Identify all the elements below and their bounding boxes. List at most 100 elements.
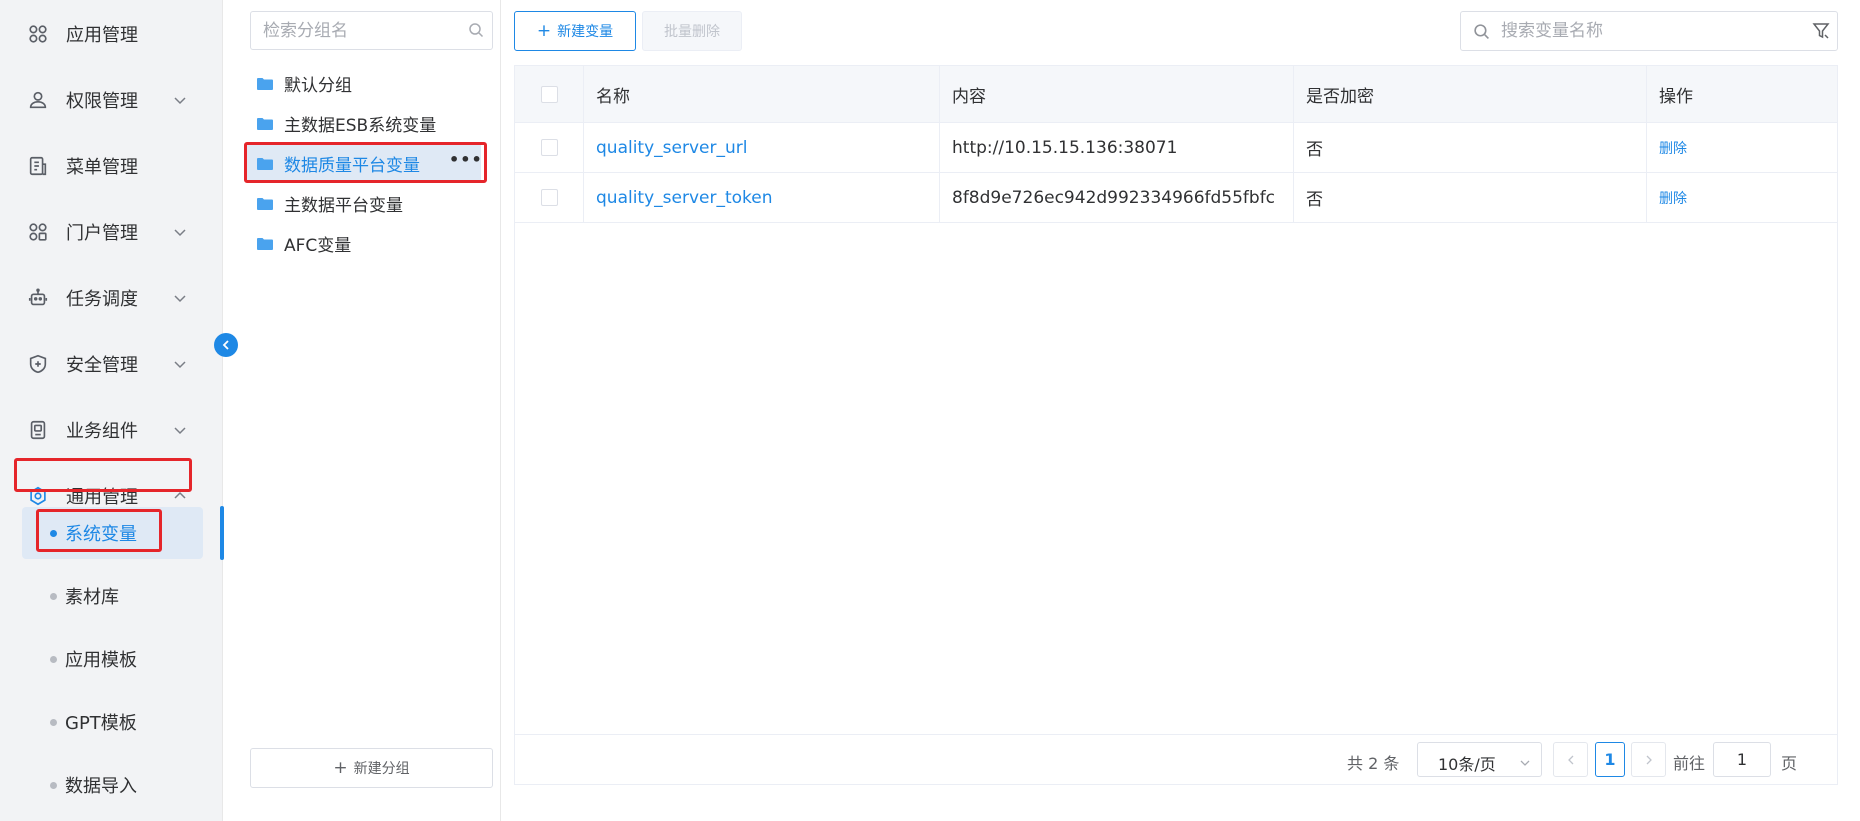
- nav-item-label: 安全管理: [66, 355, 138, 376]
- new-variable-button[interactable]: + 新建变量: [514, 11, 636, 51]
- subnav-item-material-library[interactable]: 素材库: [22, 570, 203, 622]
- group-item-label: 数据质量平台变量: [284, 155, 420, 176]
- filter-icon[interactable]: [1811, 21, 1831, 41]
- chevron-down-icon: [172, 224, 188, 240]
- group-item[interactable]: 主数据ESB系统变量: [245, 104, 481, 142]
- group-panel: 默认分组 主数据ESB系统变量 数据质量平台变量 ••• 主数据平台变量 AFC…: [225, 0, 501, 821]
- subnav-item-label: GPT模板: [65, 713, 137, 734]
- row-checkbox[interactable]: [540, 189, 558, 206]
- next-page-button[interactable]: [1631, 742, 1666, 777]
- group-search-input[interactable]: [251, 12, 451, 49]
- subnav-item-app-templates[interactable]: 应用模板: [22, 633, 203, 685]
- goto-page-box: [1713, 742, 1771, 777]
- chevron-down-icon: [172, 92, 188, 108]
- chevron-down-icon: [172, 422, 188, 438]
- group-item-selected[interactable]: 数据质量平台变量 •••: [245, 144, 482, 182]
- page-size-value: 10条/页: [1438, 755, 1496, 774]
- chevron-right-icon: [1646, 755, 1652, 764]
- row-checkbox[interactable]: [540, 139, 558, 156]
- nav-item-task-scheduling[interactable]: 任务调度: [0, 273, 223, 323]
- group-item-label: 主数据平台变量: [284, 195, 403, 216]
- folder-icon: [257, 77, 273, 90]
- batch-delete-button[interactable]: 批量删除: [642, 11, 742, 51]
- variable-name-link[interactable]: quality_server_url: [596, 138, 747, 158]
- actions-cell: 删除: [1647, 173, 1837, 222]
- nav-item-label: 权限管理: [66, 91, 138, 112]
- row-select-cell: [515, 173, 584, 222]
- new-group-label: 新建分组: [353, 761, 410, 777]
- main-content: + 新建变量 批量删除 名称 内容 是否加密 操作 quality_server…: [502, 0, 1860, 821]
- group-item[interactable]: 默认分组: [245, 64, 481, 102]
- column-header-actions: 操作: [1659, 86, 1693, 107]
- chevron-down-icon: [1519, 754, 1531, 766]
- bullet-dot: [50, 529, 57, 537]
- row-select-cell: [515, 123, 584, 172]
- nav-item-security-management[interactable]: 安全管理: [0, 339, 223, 389]
- batch-delete-label: 批量删除: [664, 24, 720, 40]
- group-item[interactable]: AFC变量: [245, 224, 481, 262]
- select-all-checkbox[interactable]: [540, 85, 558, 103]
- group-item-label: AFC变量: [284, 235, 352, 256]
- subnav-item-system-variables[interactable]: 系统变量: [22, 507, 203, 559]
- variable-content-cell: 8f8d9e726ec942d992334966fd55fbfc: [940, 173, 1294, 222]
- folder-icon: [257, 197, 273, 210]
- folder-icon: [257, 157, 273, 170]
- variable-name-cell: quality_server_url: [584, 123, 940, 172]
- bullet-dot: [50, 655, 57, 663]
- bullet-dot: [50, 718, 57, 726]
- variable-name-cell: quality_server_token: [584, 173, 940, 222]
- subnav-item-label: 素材库: [65, 587, 119, 608]
- folder-icon: [257, 237, 273, 250]
- group-item[interactable]: 主数据平台变量: [245, 184, 481, 222]
- chevron-down-icon: [172, 290, 188, 306]
- bullet-dot: [50, 592, 57, 600]
- subnav-item-label: 应用模板: [65, 650, 137, 671]
- variable-search-box: [1460, 11, 1838, 51]
- nav-item-menu-management[interactable]: 菜单管理: [0, 141, 223, 191]
- nav-item-label: 任务调度: [66, 289, 138, 310]
- shield-icon: [27, 353, 49, 375]
- variable-name-link[interactable]: quality_server_token: [596, 188, 773, 208]
- column-header-encrypted: 是否加密: [1294, 66, 1647, 122]
- page-size-select[interactable]: 10条/页: [1417, 742, 1542, 777]
- nav-item-portal-management[interactable]: 门户管理: [0, 207, 223, 257]
- actions-cell: 删除: [1647, 123, 1837, 172]
- sidebar-collapse-button[interactable]: [214, 333, 238, 357]
- page-number-current[interactable]: 1: [1595, 742, 1625, 777]
- nav-item-permission-management[interactable]: 权限管理: [0, 75, 223, 125]
- column-header-content: 内容: [940, 66, 1294, 122]
- prev-page-button[interactable]: [1553, 742, 1588, 777]
- column-header-name: 名称: [584, 66, 940, 122]
- menu-doc-icon: [27, 155, 49, 177]
- grid-icon: [27, 23, 49, 45]
- plus-icon: +: [333, 758, 348, 778]
- delete-link[interactable]: 删除: [1659, 138, 1687, 158]
- pagination-total: 共 2 条: [1347, 754, 1400, 773]
- nav-item-app-management[interactable]: 应用管理: [0, 9, 223, 59]
- more-icon[interactable]: •••: [449, 152, 482, 170]
- pagination: 共 2 条 10条/页 1 前往 页: [515, 734, 1837, 784]
- search-icon[interactable]: [468, 22, 484, 38]
- active-indicator: [220, 506, 224, 560]
- chevron-left-icon: [1567, 755, 1573, 764]
- delete-link[interactable]: 删除: [1659, 188, 1687, 208]
- robot-icon: [27, 287, 49, 309]
- subnav-item-data-import[interactable]: 数据导入: [22, 759, 203, 811]
- variables-table: 名称 内容 是否加密 操作 quality_server_url http://…: [514, 65, 1838, 785]
- goto-label: 前往: [1673, 754, 1706, 773]
- variable-search-input[interactable]: [1501, 12, 1791, 50]
- folder-icon: [257, 117, 273, 130]
- component-icon: [27, 419, 49, 441]
- portal-grid-icon: [27, 221, 49, 243]
- new-group-button[interactable]: + 新建分组: [250, 748, 493, 788]
- page-suffix-label: 页: [1781, 754, 1798, 773]
- variable-content-cell: http://10.15.15.136:38071: [940, 123, 1294, 172]
- variable-encrypted-cell: 否: [1294, 173, 1647, 222]
- goto-page-input[interactable]: [1714, 743, 1770, 776]
- nav-item-business-components[interactable]: 业务组件: [0, 405, 223, 455]
- subnav-item-gpt-templates[interactable]: GPT模板: [22, 696, 203, 748]
- user-icon: [27, 89, 49, 111]
- search-icon: [1473, 23, 1490, 40]
- table-row: quality_server_url http://10.15.15.136:3…: [515, 123, 1837, 173]
- side-nav: 应用管理 权限管理 菜单管理 门户管理 任务调度 安全管理 业务组件 通用管理 …: [0, 0, 223, 821]
